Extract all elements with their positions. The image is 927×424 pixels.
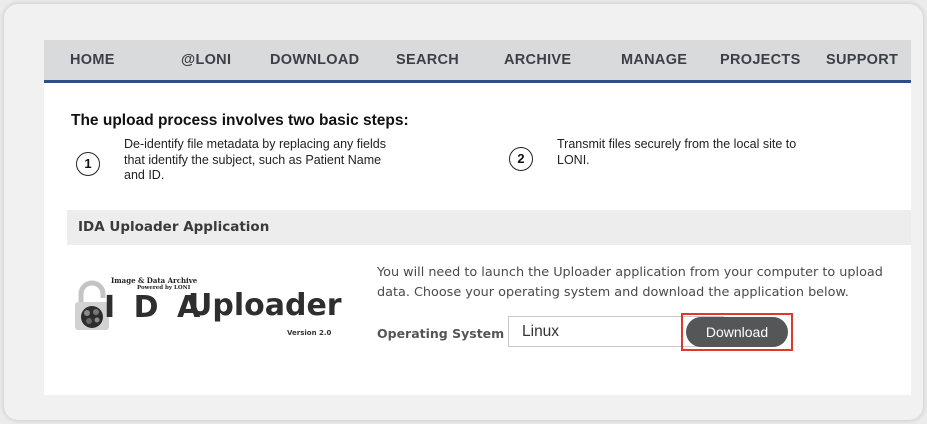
uploader-description: You will need to launch the Uploader app… [377,263,897,303]
download-button[interactable]: Download [686,317,788,347]
nav-search[interactable]: SEARCH [396,40,459,80]
uploader-section-title: IDA Uploader Application [78,219,270,235]
nav-archive[interactable]: ARCHIVE [504,40,571,80]
step-2-line: LONI. [557,152,590,167]
page-panel: HOME @LONI DOWNLOAD SEARCH ARCHIVE MANAG… [44,40,911,395]
step-1-number: 1 [76,152,100,176]
step-1-line: De-identify file metadata by replacing a… [124,137,386,151]
nav-loni[interactable]: @LONI [181,40,231,80]
logo-version: Version 2.0 [287,329,332,337]
description-line: data. Choose your operating system and d… [377,285,849,300]
step-1-line: and ID. [124,168,165,182]
steps-heading: The upload process involves two basic st… [71,112,409,129]
nav-support[interactable]: SUPPORT [826,40,898,80]
step-2-line: Transmit files securely from the local s… [557,137,797,151]
logo-title: Image & Data Archive [111,276,198,285]
nav-projects[interactable]: PROJECTS [720,40,801,80]
step-1-line: that identify the subject, such as Patie… [124,152,382,167]
step-2-text: Transmit files securely from the local s… [557,137,796,168]
description-line: You will need to launch the Uploader app… [377,265,883,280]
os-label: Operating System [377,326,505,341]
step-1-text: De-identify file metadata by replacing a… [124,137,386,184]
logo-uploader: Uploader [188,288,342,323]
uploader-section-header: IDA Uploader Application [67,210,911,245]
nav-home[interactable]: HOME [70,40,115,80]
main-navigation: HOME @LONI DOWNLOAD SEARCH ARCHIVE MANAG… [44,40,911,83]
os-select-value: Linux [522,323,560,340]
nav-download[interactable]: DOWNLOAD [270,40,359,80]
step-2-number: 2 [509,147,533,171]
ida-uploader-logo: Image & Data Archive Powered by LONI I D… [71,272,361,352]
nav-manage[interactable]: MANAGE [621,40,687,80]
